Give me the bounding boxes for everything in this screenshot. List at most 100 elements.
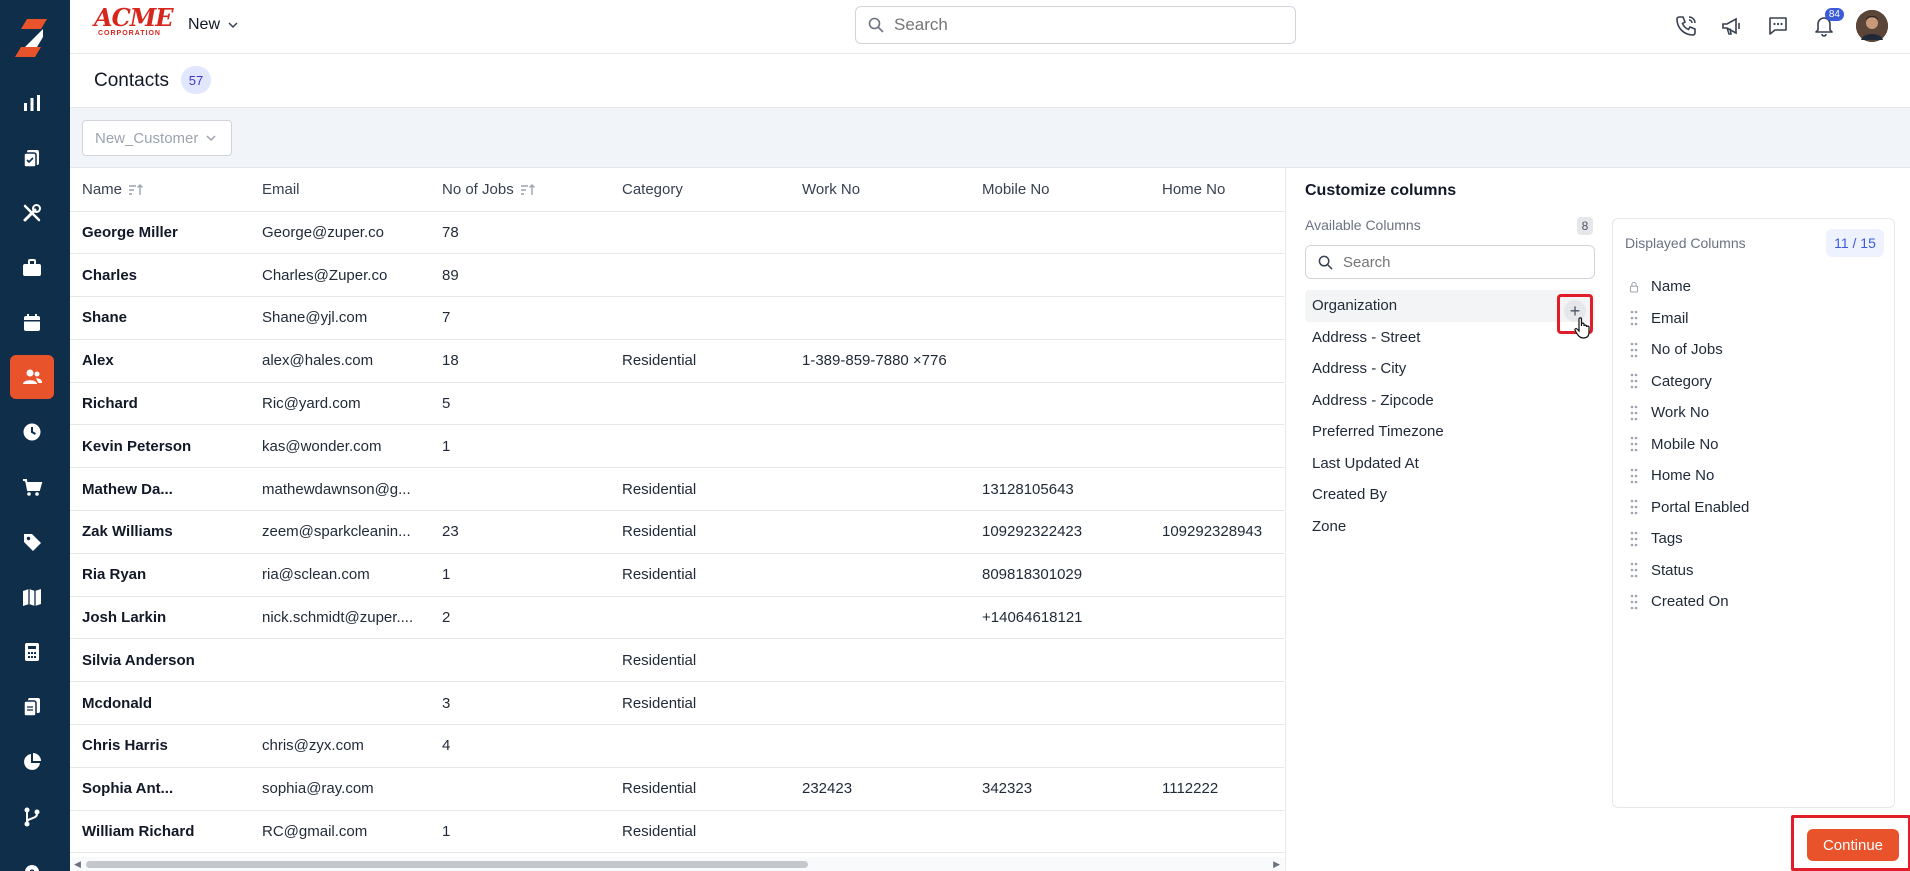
- sidebar-item-map[interactable]: [10, 575, 54, 619]
- chat-button[interactable]: [1764, 12, 1792, 40]
- table-row[interactable]: Richard Ric@yard.com 5: [70, 382, 1284, 426]
- column-search-input[interactable]: [1343, 253, 1583, 271]
- table-row[interactable]: Sophia Ant... sophia@ray.com Residential 23…: [70, 767, 1284, 811]
- sidebar-item-documents[interactable]: [10, 685, 54, 729]
- sidebar-item-dashboard[interactable]: [10, 81, 54, 125]
- drag-handle-icon[interactable]: [1629, 562, 1639, 578]
- table-row[interactable]: Charles Charles@Zuper.co 89: [70, 253, 1284, 298]
- sidebar-item-workflow[interactable]: [10, 795, 54, 839]
- drag-handle-icon[interactable]: [1629, 594, 1639, 610]
- view-filter-value: New_Customer: [95, 129, 199, 147]
- table-row[interactable]: Kevin Peterson kas@wonder.com 1: [70, 424, 1284, 469]
- drag-handle-icon[interactable]: [1629, 405, 1639, 421]
- table-row[interactable]: Silvia Anderson Residential: [70, 638, 1284, 683]
- available-column-item[interactable]: Created By: [1305, 479, 1595, 511]
- displayed-column-item[interactable]: Category: [1629, 366, 1879, 398]
- column-header-work-no[interactable]: Work No: [790, 168, 970, 212]
- cell-category: [610, 724, 790, 768]
- sidebar-item-calendar[interactable]: [10, 301, 54, 345]
- sidebar-item-reports[interactable]: [10, 740, 54, 784]
- cell-email: [250, 681, 430, 726]
- displayed-column-item[interactable]: Status: [1629, 555, 1879, 587]
- column-header-no-of-jobs[interactable]: No of Jobs: [430, 168, 610, 212]
- sort-icon[interactable]: [520, 183, 536, 196]
- displayed-column-item[interactable]: Email: [1629, 303, 1879, 335]
- drag-handle-icon[interactable]: [1629, 342, 1639, 358]
- page-title: Contacts: [94, 70, 169, 91]
- drag-handle-icon[interactable]: [1629, 468, 1639, 484]
- column-header-email[interactable]: Email: [250, 168, 430, 212]
- sidebar-item-jobs[interactable]: [10, 246, 54, 290]
- displayed-column-item[interactable]: Work No: [1629, 397, 1879, 429]
- displayed-column-item[interactable]: Mobile No: [1629, 429, 1879, 461]
- sidebar-item-invoice[interactable]: [10, 630, 54, 674]
- brand-subtitle: CORPORATION: [98, 30, 161, 37]
- sidebar-item-tools[interactable]: [10, 191, 54, 235]
- available-column-item[interactable]: Address - City: [1305, 353, 1595, 385]
- cell-email: nick.schmidt@zuper....: [250, 596, 430, 640]
- displayed-column-item[interactable]: Portal Enabled: [1629, 492, 1879, 524]
- new-menu-button[interactable]: New: [188, 16, 238, 34]
- drag-handle-icon[interactable]: [1629, 499, 1639, 515]
- available-column-item[interactable]: Address - Street: [1305, 322, 1595, 354]
- column-header-name[interactable]: Name: [70, 168, 250, 212]
- table-row[interactable]: William Richard RC@gmail.com 1 Residential: [70, 810, 1284, 854]
- app-logo-icon[interactable]: [13, 15, 57, 59]
- available-column-item[interactable]: Address - Zipcode: [1305, 385, 1595, 417]
- cell-email: zeem@sparkcleanin...: [250, 510, 430, 554]
- displayed-column-item[interactable]: Home No: [1629, 460, 1879, 492]
- cell-mobile-no: [970, 810, 1150, 854]
- cell-no-of-jobs: [430, 638, 610, 683]
- available-column-item[interactable]: Organization +: [1305, 290, 1595, 339]
- table-body: George Miller George@zuper.co 78 Charles Cha…: [70, 211, 1284, 854]
- table-row[interactable]: Mathew Da... mathewdawnson@g... Residentia…: [70, 467, 1284, 512]
- table-row[interactable]: Ria Ryan ria@sclean.com 1 Residential 809818…: [70, 553, 1284, 597]
- phone-button[interactable]: [1672, 12, 1700, 40]
- drag-handle-icon[interactable]: [1629, 436, 1639, 452]
- sidebar-item-quotes[interactable]: [10, 136, 54, 180]
- continue-button[interactable]: Continue: [1807, 829, 1899, 861]
- sidebar-item-tags[interactable]: [10, 520, 54, 564]
- sidebar-item-timesheet[interactable]: [10, 410, 54, 454]
- cell-work-no: [790, 553, 970, 597]
- table-row[interactable]: George Miller George@zuper.co 78: [70, 211, 1284, 255]
- cell-name: Chris Harris: [70, 724, 250, 768]
- column-header-category[interactable]: Category: [610, 168, 790, 212]
- brand-logo[interactable]: ACME CORPORATION: [94, 6, 174, 40]
- displayed-column-item[interactable]: Tags: [1629, 523, 1879, 555]
- scroll-right-icon[interactable]: ▶: [1273, 859, 1280, 870]
- available-column-item[interactable]: Last Updated At: [1305, 448, 1595, 480]
- scroll-left-icon[interactable]: ◀: [74, 859, 81, 870]
- table-row[interactable]: Zak Williams zeem@sparkcleanin... 23 Reside…: [70, 510, 1284, 554]
- drag-handle-icon[interactable]: [1629, 373, 1639, 389]
- displayed-column-item[interactable]: No of Jobs: [1629, 334, 1879, 366]
- notifications-button[interactable]: 84: [1810, 8, 1844, 40]
- drag-handle-icon[interactable]: [1629, 531, 1639, 547]
- drag-handle-icon[interactable]: [1629, 310, 1639, 326]
- user-avatar[interactable]: [1856, 10, 1888, 42]
- global-search-input[interactable]: [894, 15, 1274, 35]
- available-column-item[interactable]: Zone: [1305, 511, 1595, 543]
- announcements-button[interactable]: [1718, 12, 1746, 40]
- displayed-column-item[interactable]: Created On: [1629, 586, 1879, 618]
- view-filter-select[interactable]: New_Customer: [82, 120, 232, 156]
- user-photo-icon: [1856, 10, 1888, 42]
- horizontal-scrollbar[interactable]: ◀ ▶: [70, 857, 1284, 871]
- column-header-home-no[interactable]: Home No: [1150, 168, 1284, 212]
- sidebar-item-contacts[interactable]: [10, 355, 54, 399]
- table-row[interactable]: Chris Harris chris@zyx.com 4: [70, 724, 1284, 768]
- sort-icon[interactable]: [128, 183, 144, 196]
- displayed-columns-count: 11 / 15: [1826, 229, 1884, 257]
- available-column-item[interactable]: Preferred Timezone: [1305, 416, 1595, 448]
- table-row[interactable]: Alex alex@hales.com 18 Residential 1-389-859…: [70, 339, 1284, 383]
- cell-category: Residential: [610, 510, 790, 554]
- table-row[interactable]: Josh Larkin nick.schmidt@zuper.... 2 +14064…: [70, 596, 1284, 640]
- table-row[interactable]: Shane Shane@yjl.com 7: [70, 296, 1284, 340]
- table-row[interactable]: Mcdonald 3 Residential: [70, 681, 1284, 726]
- scrollbar-thumb[interactable]: [86, 861, 808, 868]
- column-header-mobile-no[interactable]: Mobile No: [970, 168, 1150, 212]
- displayed-column-item: Name: [1629, 271, 1879, 303]
- sidebar-item-cart[interactable]: [10, 465, 54, 509]
- sidebar-item-settings[interactable]: [10, 850, 54, 871]
- cell-mobile-no: [970, 339, 1150, 383]
